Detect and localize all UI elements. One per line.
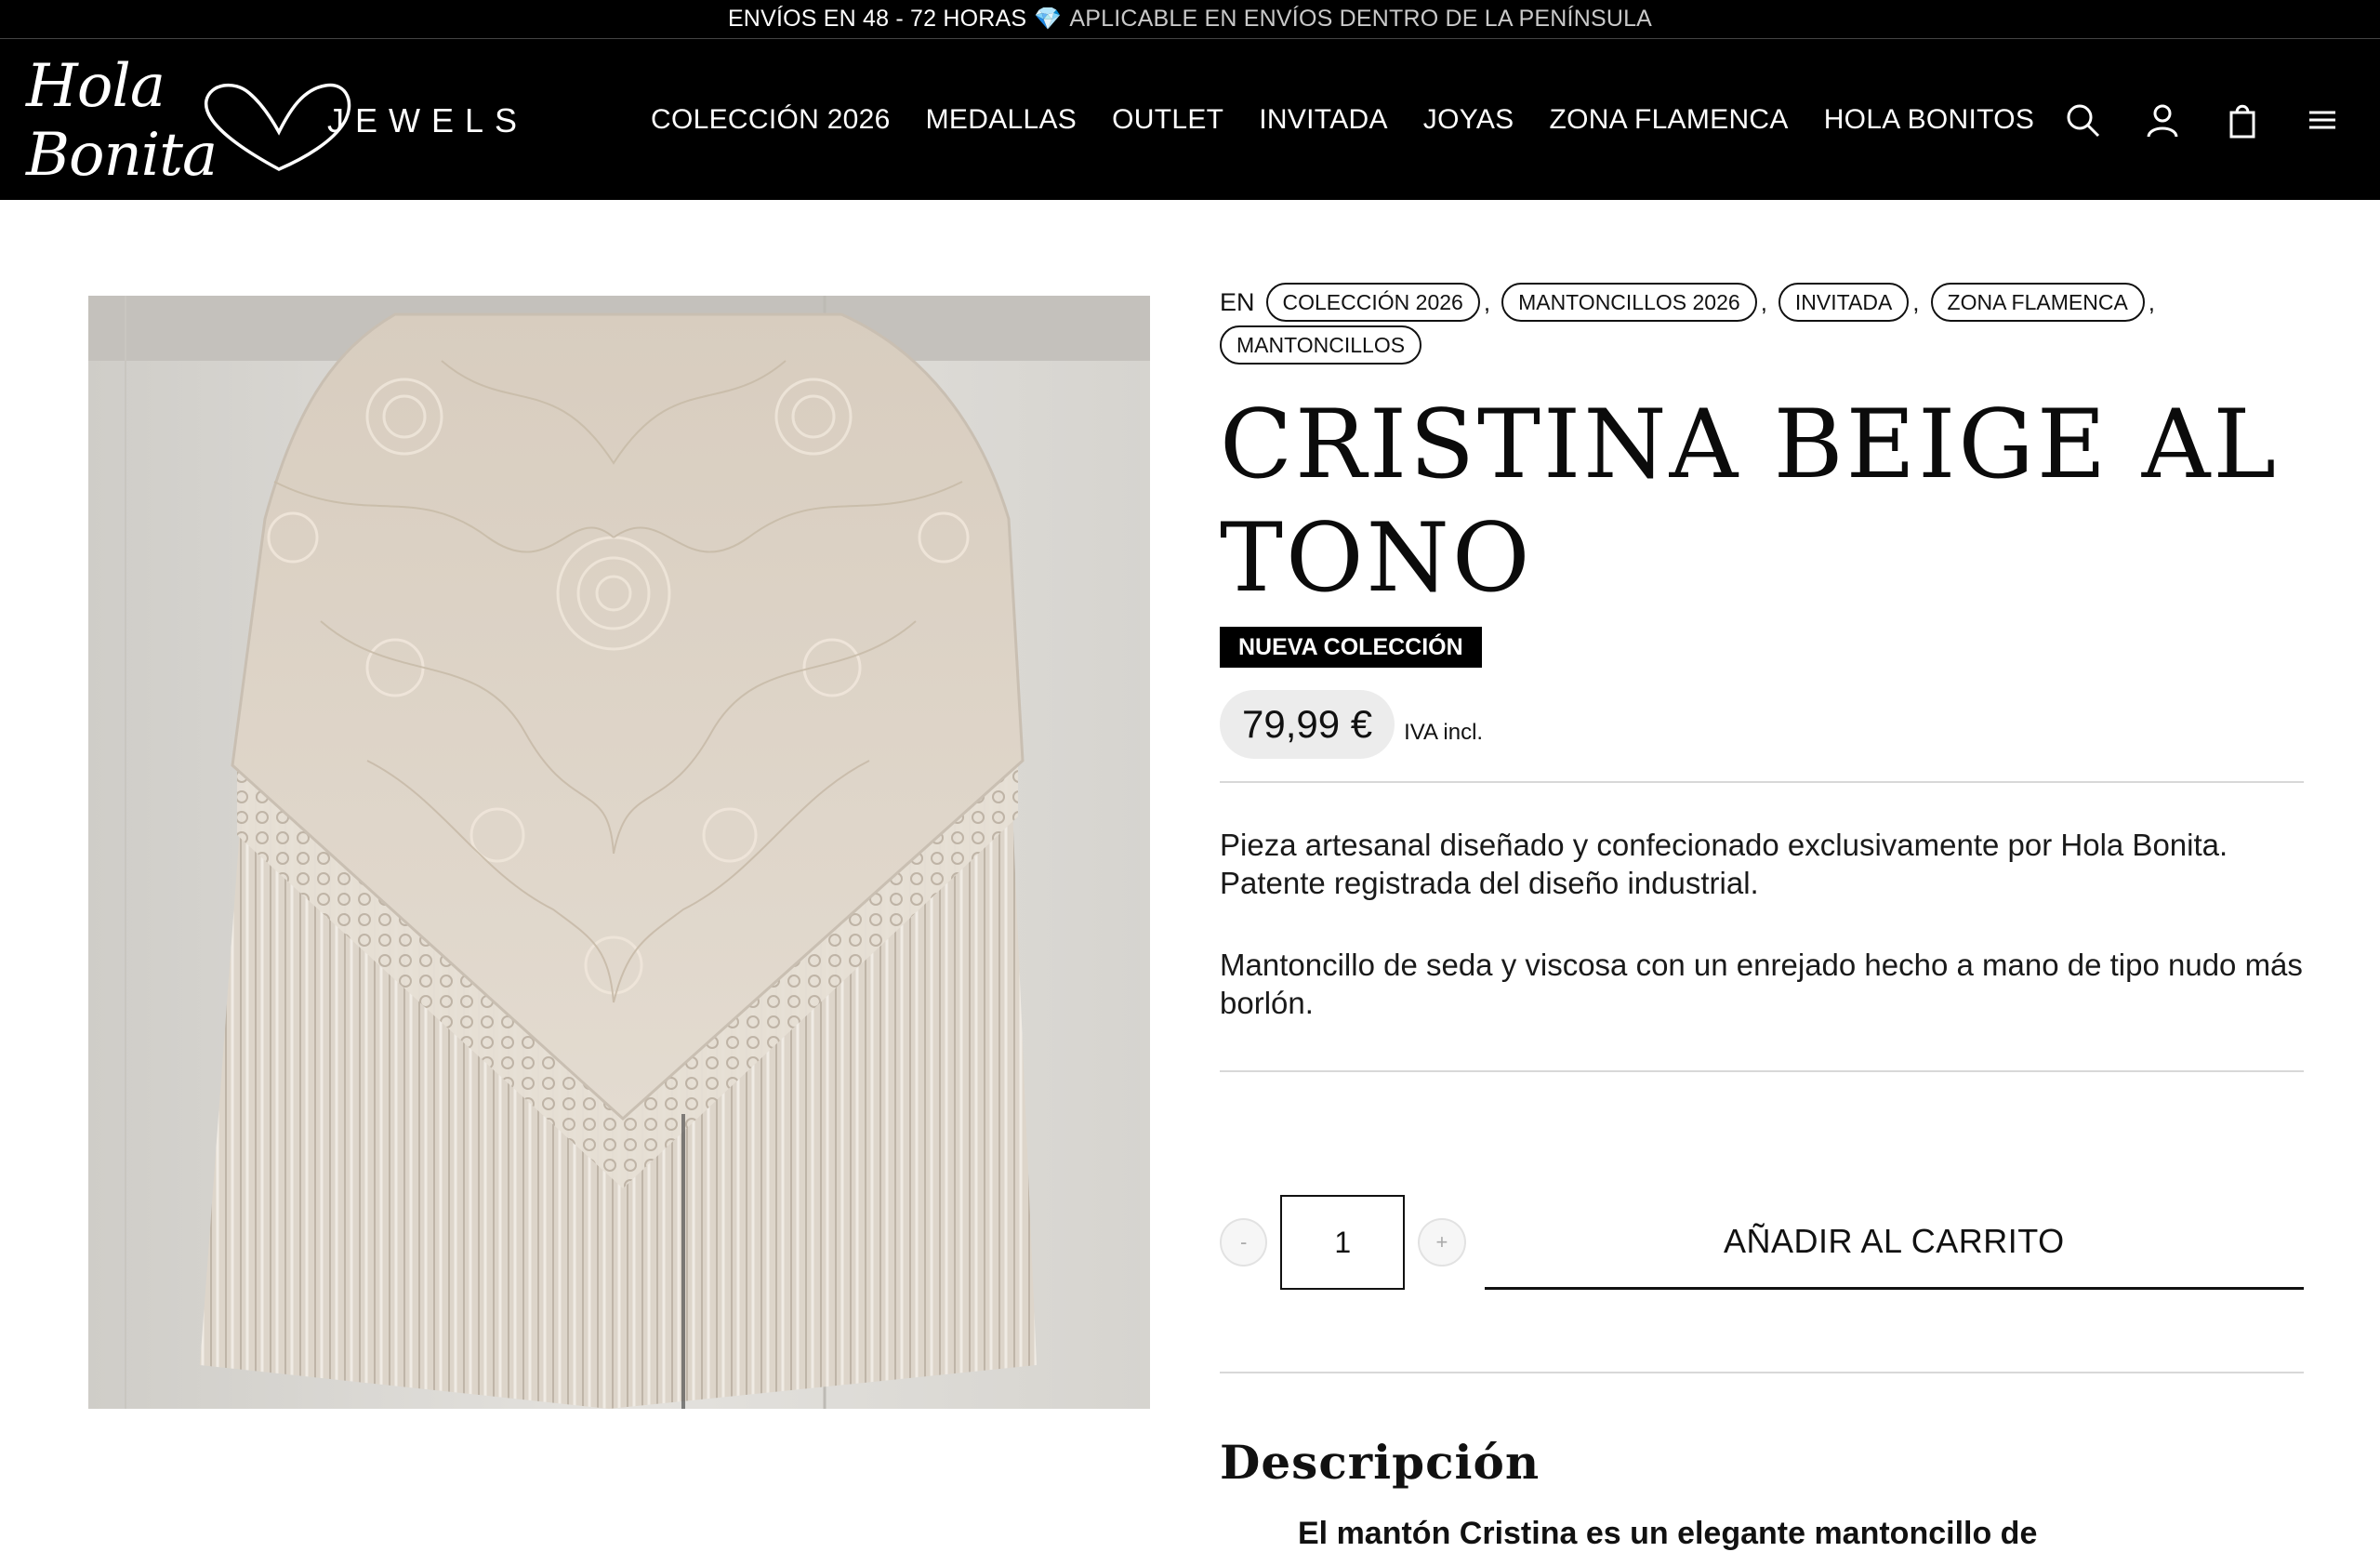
- category-chip-invitada[interactable]: INVITADA: [1778, 283, 1910, 322]
- description-paragraph-2: Mantoncillo de seda y viscosa con un enr…: [1220, 948, 2303, 1020]
- nav-item-invitada[interactable]: INVITADA: [1259, 104, 1388, 136]
- bag-icon[interactable]: [2222, 99, 2263, 140]
- description-paragraph-1: Pieza artesanal diseñado y confecionado …: [1220, 828, 2228, 900]
- site-header: Hola Bonita JEWELS COLECCIÓN 2026 MEDALL…: [0, 39, 2380, 200]
- quantity-increase-button[interactable]: +: [1418, 1218, 1466, 1267]
- new-collection-badge: NUEVA COLECCIÓN: [1220, 627, 1482, 668]
- description-section-title[interactable]: Descripción: [1220, 1435, 2304, 1490]
- category-separator: ,: [1483, 288, 1491, 316]
- divider: [1220, 1372, 2304, 1373]
- category-list: EN COLECCIÓN 2026, MANTONCILLOS 2026, IN…: [1220, 279, 2304, 365]
- nav-item-hola-bonitos[interactable]: HOLA BONITOS: [1824, 104, 2034, 136]
- add-to-cart-button[interactable]: AÑADIR AL CARRITO: [1484, 1195, 2305, 1290]
- divider: [1220, 1070, 2304, 1072]
- tax-note: IVA incl.: [1404, 720, 1484, 745]
- category-chip-mantoncillos[interactable]: MANTONCILLOS: [1220, 325, 1422, 365]
- categories-prefix: EN: [1220, 288, 1255, 316]
- nav-item-joyas[interactable]: JOYAS: [1423, 104, 1514, 136]
- category-separator: ,: [1760, 288, 1767, 316]
- logo-heart-icon: [204, 83, 351, 171]
- nav-item-zona-flamenca[interactable]: ZONA FLAMENCA: [1549, 104, 1788, 136]
- category-chip-coleccion-2026[interactable]: COLECCIÓN 2026: [1265, 283, 1480, 322]
- category-separator: ,: [1912, 288, 1920, 316]
- account-icon[interactable]: [2142, 99, 2183, 140]
- description-section-text: El mantón Cristina es un elegante manton…: [1298, 1516, 2038, 1551]
- search-icon[interactable]: [2062, 99, 2103, 140]
- nav-item-coleccion-2026[interactable]: COLECCIÓN 2026: [651, 104, 891, 136]
- short-description: Pieza artesanal diseñado y confecionado …: [1220, 826, 2304, 1022]
- header-actions: [2023, 39, 2343, 200]
- nav-item-outlet[interactable]: OUTLET: [1112, 104, 1223, 136]
- category-separator: ,: [2148, 288, 2156, 316]
- nav-item-medallas[interactable]: MEDALLAS: [926, 104, 1077, 136]
- quantity-input[interactable]: [1280, 1195, 1406, 1290]
- category-chip-mantoncillos-2026[interactable]: MANTONCILLOS 2026: [1501, 283, 1757, 322]
- logo-jewels-text: JEWELS: [326, 101, 528, 139]
- logo-script-text: Hola Bonita: [26, 52, 351, 190]
- diamond-icon: 💎: [1034, 7, 1063, 32]
- announcement-peninsula-text: APLICABLE EN ENVÍOS DENTRO DE LA PENÍNSU…: [1069, 6, 1653, 32]
- add-to-cart-form: - + AÑADIR AL CARRITO: [1220, 1195, 2305, 1290]
- shawl-illustration: [88, 296, 1150, 1409]
- category-chip-zona-flamenca[interactable]: ZONA FLAMENCA: [1930, 283, 2145, 322]
- announcement-shipping-text: ENVÍOS EN 48 - 72 HORAS: [727, 6, 1027, 32]
- product-image[interactable]: [88, 296, 1150, 1409]
- product-title-line-1: CRISTINA BEIGE AL: [1220, 390, 2280, 500]
- main-nav: COLECCIÓN 2026 MEDALLAS OUTLET INVITADA …: [651, 39, 2069, 200]
- brand-logo[interactable]: Hola Bonita JEWELS: [26, 52, 528, 190]
- price-row: 79,99 € IVA incl.: [1220, 690, 2304, 759]
- product-info: EN COLECCIÓN 2026, MANTONCILLOS 2026, IN…: [1220, 279, 2305, 1490]
- menu-icon[interactable]: [2302, 99, 2343, 140]
- product-price: 79,99 €: [1220, 690, 1395, 759]
- announcement-bar: ENVÍOS EN 48 - 72 HORAS 💎 APLICABLE EN E…: [0, 0, 2380, 39]
- divider: [1220, 781, 2304, 783]
- product-title: CRISTINA BEIGE AL TONO: [1220, 389, 2304, 616]
- product-title-line-2: TONO: [1220, 503, 1533, 614]
- quantity-decrease-button[interactable]: -: [1220, 1218, 1268, 1267]
